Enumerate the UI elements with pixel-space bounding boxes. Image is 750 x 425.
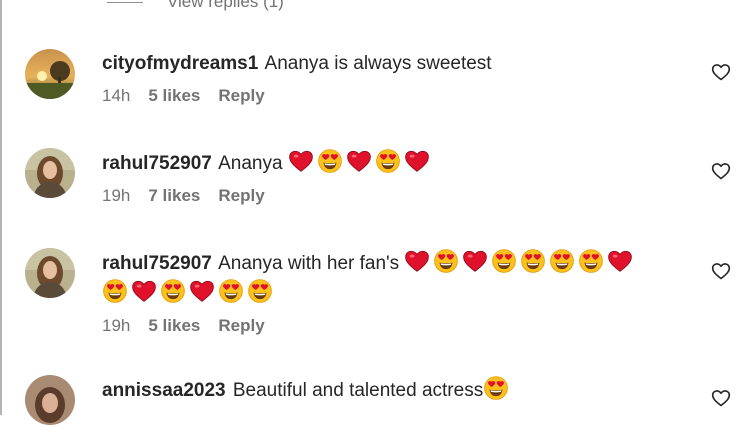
comment-body: rahul752907 Ananya with her fan's 19h 5 … xyxy=(102,248,662,336)
comment-body: annissaa2023 Beautiful and talented actr… xyxy=(102,375,662,405)
red-heart-emoji xyxy=(404,248,430,274)
heart-eyes-emoji xyxy=(578,248,604,274)
like-heart-icon[interactable] xyxy=(711,62,731,82)
red-heart-emoji xyxy=(404,148,430,174)
emoji-run xyxy=(404,249,636,274)
reply-button[interactable]: Reply xyxy=(218,316,264,336)
heart-eyes-emoji xyxy=(317,148,343,174)
comment-body: cityofmydreams1 Ananya is always sweetes… xyxy=(102,49,662,106)
view-replies-label: View replies (1) xyxy=(167,0,284,11)
comment-username[interactable]: rahul752907 xyxy=(102,253,212,274)
avatar[interactable] xyxy=(25,375,75,425)
comment-likes[interactable]: 5 likes xyxy=(148,316,200,336)
comment-likes[interactable]: 7 likes xyxy=(148,186,200,206)
emoji-run xyxy=(102,279,276,304)
heart-eyes-emoji xyxy=(520,248,546,274)
heart-eyes-emoji xyxy=(549,248,575,274)
avatar[interactable] xyxy=(25,248,75,298)
comment-text: Ananya xyxy=(218,153,283,174)
comment-text: Beautiful and talented actress xyxy=(232,380,484,401)
replies-dash xyxy=(107,1,143,3)
comment-username[interactable]: cityofmydreams1 xyxy=(102,53,258,74)
heart-eyes-emoji xyxy=(375,148,401,174)
view-replies-link[interactable]: View replies (1) xyxy=(107,0,284,12)
red-heart-emoji xyxy=(131,278,157,304)
comment-meta: 19h 5 likes Reply xyxy=(102,316,662,336)
red-heart-emoji xyxy=(189,278,215,304)
comment-time: 19h xyxy=(102,186,131,205)
emoji-run xyxy=(288,149,433,174)
comment-time: 19h xyxy=(102,316,131,335)
avatar[interactable] xyxy=(25,148,75,198)
heart-eyes-emoji xyxy=(491,248,517,274)
comment-body: rahul752907 Ananya 19h 7 likes Reply xyxy=(102,148,662,206)
comment-text-line: annissaa2023 Beautiful and talented actr… xyxy=(102,375,662,405)
left-divider xyxy=(0,0,2,415)
like-heart-icon[interactable] xyxy=(711,388,731,408)
comment-text: Ananya is always sweetest xyxy=(264,53,492,74)
reply-button[interactable]: Reply xyxy=(218,86,264,106)
red-heart-emoji xyxy=(346,148,372,174)
heart-eyes-emoji xyxy=(247,278,273,304)
comment-likes[interactable]: 5 likes xyxy=(148,86,200,106)
heart-eyes-emoji xyxy=(218,278,244,304)
red-heart-emoji xyxy=(462,248,488,274)
red-heart-emoji xyxy=(288,148,314,174)
comment-username[interactable]: rahul752907 xyxy=(102,153,212,174)
comment-meta: 14h 5 likes Reply xyxy=(102,86,662,106)
heart-eyes-emoji xyxy=(483,375,509,401)
red-heart-emoji xyxy=(607,248,633,274)
heart-eyes-emoji xyxy=(102,278,128,304)
comment-text-line: rahul752907 Ananya with her fan's xyxy=(102,248,662,308)
avatar[interactable] xyxy=(25,49,75,99)
comment-meta: 19h 7 likes Reply xyxy=(102,186,662,206)
comment-text-line: cityofmydreams1 Ananya is always sweetes… xyxy=(102,49,662,78)
heart-eyes-emoji xyxy=(433,248,459,274)
comment-username[interactable]: annissaa2023 xyxy=(102,380,226,401)
reply-button[interactable]: Reply xyxy=(218,186,264,206)
heart-eyes-emoji xyxy=(160,278,186,304)
like-heart-icon[interactable] xyxy=(711,261,731,281)
comment-text: Ananya with her fan's xyxy=(218,253,400,274)
comment-time: 14h xyxy=(102,86,131,105)
like-heart-icon[interactable] xyxy=(711,161,731,181)
comment-text-line: rahul752907 Ananya xyxy=(102,148,662,178)
emoji-run xyxy=(483,376,512,401)
